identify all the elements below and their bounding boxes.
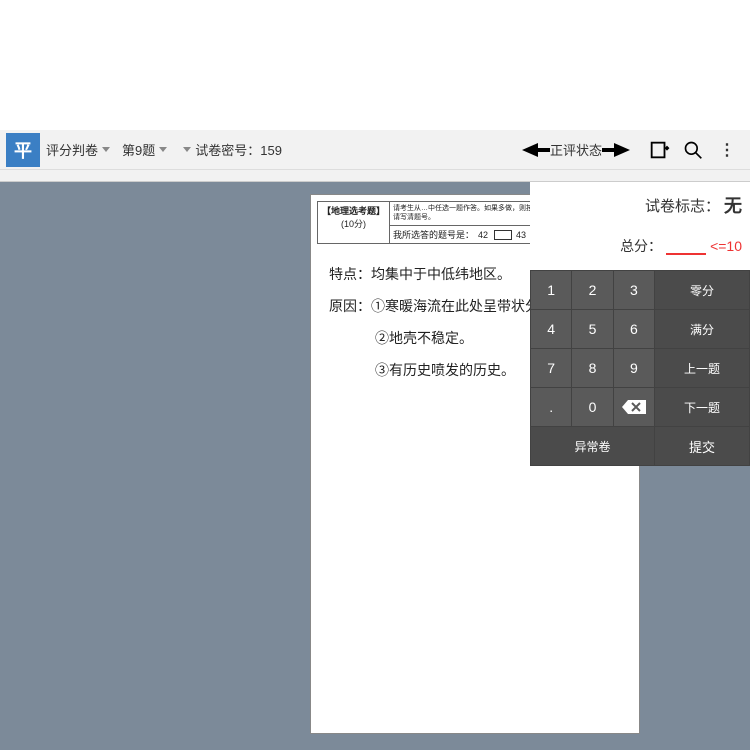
key-dot[interactable]: .	[531, 388, 571, 426]
key-abnormal[interactable]: 异常卷	[531, 427, 654, 465]
answer-prompt: 我所选答的题号是：	[393, 228, 474, 241]
key-submit[interactable]: 提交	[655, 427, 749, 465]
section-title-box: 【地理选考题】 (10分)	[318, 202, 390, 243]
key-4[interactable]: 4	[531, 310, 571, 348]
grading-label: 评分判卷	[46, 140, 98, 159]
grading-dropdown[interactable]: 评分判卷	[46, 140, 110, 159]
key-8[interactable]: 8	[572, 349, 612, 387]
mark-label: 试卷标志：	[645, 195, 720, 216]
paper-code-dropdown[interactable]: 试卷密号：159	[179, 140, 282, 159]
total-label: 总分：	[620, 236, 662, 256]
question-dropdown[interactable]: 第9题	[122, 140, 167, 159]
key-0[interactable]: 0	[572, 388, 612, 426]
score-panel: 试卷标志： 无 总分： <=10 1 2 3 零分 4 5 6 满分 7 8 9…	[530, 182, 750, 466]
key-3[interactable]: 3	[614, 271, 654, 309]
app-logo: 平	[6, 133, 40, 167]
opt-42: 42	[478, 230, 488, 240]
score-row: 总分： <=10	[530, 228, 750, 270]
more-icon[interactable]: ⋮	[716, 139, 738, 161]
caret-down-icon	[102, 147, 110, 152]
status-label: 正评状态	[550, 140, 602, 159]
toolbar: 平 评分判卷 第9题 试卷密号：159 正评状态 ⋮	[0, 130, 750, 170]
caret-down-icon	[183, 147, 191, 152]
caret-down-icon	[159, 147, 167, 152]
paper-code-label: 试卷密号：159	[195, 140, 282, 159]
key-zero-score[interactable]: 零分	[655, 271, 749, 309]
key-next-question[interactable]: 下一题	[655, 388, 749, 426]
key-backspace[interactable]	[614, 388, 654, 426]
key-9[interactable]: 9	[614, 349, 654, 387]
top-whitespace	[0, 0, 750, 130]
next-arrow-icon[interactable]	[614, 143, 630, 157]
backspace-icon	[622, 400, 646, 414]
key-1[interactable]: 1	[531, 271, 571, 309]
key-7[interactable]: 7	[531, 349, 571, 387]
score-input[interactable]	[666, 237, 706, 255]
score-limit: <=10	[710, 238, 742, 254]
key-2[interactable]: 2	[572, 271, 612, 309]
mark-row: 试卷标志： 无	[530, 182, 750, 228]
keypad: 1 2 3 零分 4 5 6 满分 7 8 9 上一题 . 0 下一题 异常卷 …	[530, 270, 750, 466]
key-prev-question[interactable]: 上一题	[655, 349, 749, 387]
section-points: (10分)	[320, 218, 387, 231]
question-label: 第9题	[122, 140, 155, 159]
section-title: 【地理选考题】	[320, 205, 387, 218]
checkbox-42	[494, 230, 512, 240]
opt-43: 43	[516, 230, 526, 240]
prev-arrow-icon[interactable]	[522, 143, 538, 157]
toolbar-separator	[0, 170, 750, 182]
mark-value: 无	[724, 192, 742, 218]
left-gutter	[0, 182, 200, 750]
key-5[interactable]: 5	[572, 310, 612, 348]
key-full-score[interactable]: 满分	[655, 310, 749, 348]
search-icon[interactable]	[682, 139, 704, 161]
export-icon[interactable]	[648, 139, 670, 161]
key-6[interactable]: 6	[614, 310, 654, 348]
